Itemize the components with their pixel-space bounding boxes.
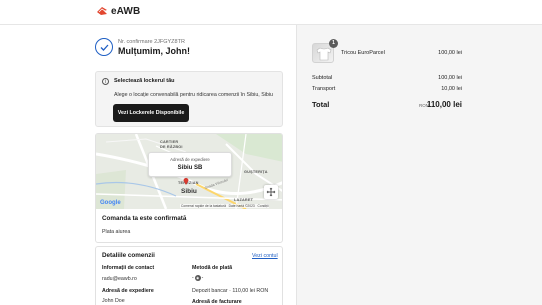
product-price: 100,00 lei xyxy=(438,50,462,56)
payment-method-title: Metodă de plată xyxy=(192,265,233,271)
map-tooltip-label: Adresă de expediere xyxy=(170,157,210,162)
map-district-1b: DE RĂZBOI xyxy=(160,145,183,149)
google-logo: Google xyxy=(100,200,121,206)
map[interactable]: CARTIER DE RĂZBOI GUȘTERIȚA LAZARET TERE… xyxy=(96,134,282,209)
transport-label: Transport xyxy=(312,86,336,92)
payment-badge-suffix: - xyxy=(201,275,204,281)
map-data-text: Date hartă ©2023 xyxy=(228,204,255,208)
map-pin-icon xyxy=(183,178,189,185)
product-name: Tricou EuroParcel xyxy=(341,50,385,56)
map-district-4: GUȘTERIȚA xyxy=(244,170,268,174)
quantity-badge: 1 xyxy=(329,39,338,48)
logo-text: eAWB xyxy=(111,5,141,17)
contact-info-title: Informații de contact xyxy=(102,265,155,271)
order-details-card: Detaliile comenzii Vezi contul Informați… xyxy=(95,246,283,305)
view-account-link[interactable]: Vezi contul xyxy=(252,253,278,259)
transport-value: 10,00 lei xyxy=(441,86,462,92)
map-district-1: CARTIER xyxy=(160,140,179,144)
locker-title: Selectează lockerul tău xyxy=(114,78,175,84)
map-terms-link[interactable]: Condiții xyxy=(257,204,268,208)
logo[interactable]: eAWB xyxy=(96,5,140,17)
product-shirt-icon xyxy=(316,47,332,61)
shipping-address-value: John Doe xyxy=(102,298,125,304)
order-confirmed-title: Comanda ta este confirmată xyxy=(102,215,187,222)
fullscreen-icon xyxy=(266,187,276,197)
map-city-label: Sibiu xyxy=(181,188,197,195)
header: eAWB xyxy=(0,0,542,25)
order-status-text: Plata aiurea xyxy=(102,229,131,235)
total-value: 110,00 lei xyxy=(426,100,462,109)
check-icon xyxy=(95,38,113,56)
shipping-map-card: CARTIER DE RĂZBOI GUȘTERIȚA LAZARET TERE… xyxy=(95,133,283,243)
subtotal-label: Subtotal xyxy=(312,75,333,81)
locker-description: Alege o locație convenabilă pentru ridic… xyxy=(114,92,273,98)
map-footer: Comenzi rapide de la tastatură Date hart… xyxy=(180,204,270,208)
view-lockers-button[interactable]: Vezi Lockerele Disponibile xyxy=(113,104,189,122)
eawb-logo-icon xyxy=(97,7,107,15)
map-tooltip-value: Sibiu SB xyxy=(177,165,203,171)
payment-icon: ◉ xyxy=(194,275,201,281)
shipping-address-title: Adresă de expediere xyxy=(102,288,154,294)
map-tooltip: Adresă de expediere Sibiu SB xyxy=(148,152,232,177)
details-title: Detaliile comenzii xyxy=(102,252,155,259)
payment-badge: - ◉ - xyxy=(192,275,203,281)
subtotal-value: 100,00 lei xyxy=(438,75,462,81)
map-district-3: LAZARET xyxy=(234,198,254,202)
confirmation-number: Nr. confirmare 2JFGYZ8TR xyxy=(118,39,185,45)
payment-method-value: Depozit bancar · 110,00 lei RON xyxy=(192,288,269,294)
confirmation-header: Nr. confirmare 2JFGYZ8TR Mulțumim, John! xyxy=(95,38,285,60)
thank-you-title: Mulțumim, John! xyxy=(118,46,190,56)
map-shortcuts-link[interactable]: Comenzi rapide de la tastatură xyxy=(181,204,226,208)
billing-address-title: Adresă de facturare xyxy=(192,299,242,305)
contact-info-value: radu@eawb.ro xyxy=(102,276,137,282)
payment-badge-prefix: - xyxy=(192,275,194,281)
info-icon: i xyxy=(102,78,109,85)
fullscreen-button[interactable] xyxy=(264,185,278,199)
order-summary-panel xyxy=(296,25,542,305)
total-label: Total xyxy=(312,100,330,109)
